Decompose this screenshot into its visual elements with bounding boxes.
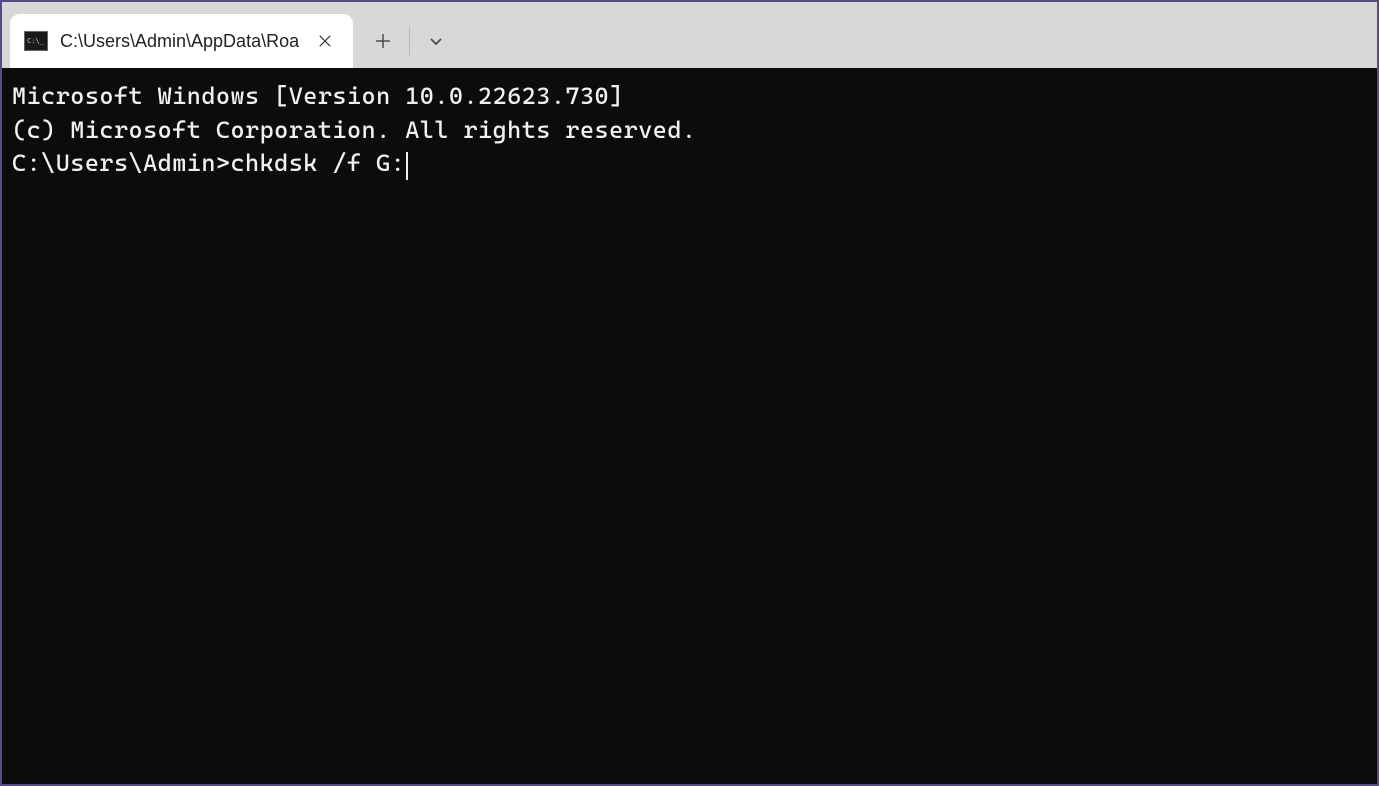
tab-dropdown-button[interactable] (412, 20, 460, 62)
active-tab[interactable]: C:\_ C:\Users\Admin\AppData\Roa (10, 14, 353, 68)
prompt-line: C:\Users\Admin>chkdsk /f G: (12, 147, 1367, 181)
close-icon (318, 34, 332, 48)
prompt-path: C:\Users\Admin> (12, 149, 230, 177)
cmd-icon: C:\_ (24, 31, 48, 51)
divider (409, 27, 410, 55)
chevron-down-icon (428, 33, 444, 49)
typed-command: chkdsk /f G: (230, 149, 405, 177)
titlebar: C:\_ C:\Users\Admin\AppData\Roa (2, 2, 1377, 68)
tab-title: C:\Users\Admin\AppData\Roa (60, 31, 299, 52)
copyright-line: (c) Microsoft Corporation. All rights re… (12, 114, 1367, 148)
close-tab-button[interactable] (311, 27, 339, 55)
plus-icon (375, 33, 391, 49)
text-cursor (406, 152, 408, 180)
new-tab-button[interactable] (359, 20, 407, 62)
terminal-window: C:\_ C:\Users\Admin\AppData\Roa (0, 0, 1379, 786)
terminal-output[interactable]: Microsoft Windows [Version 10.0.22623.73… (2, 68, 1377, 784)
version-line: Microsoft Windows [Version 10.0.22623.73… (12, 80, 1367, 114)
titlebar-actions (359, 14, 460, 68)
